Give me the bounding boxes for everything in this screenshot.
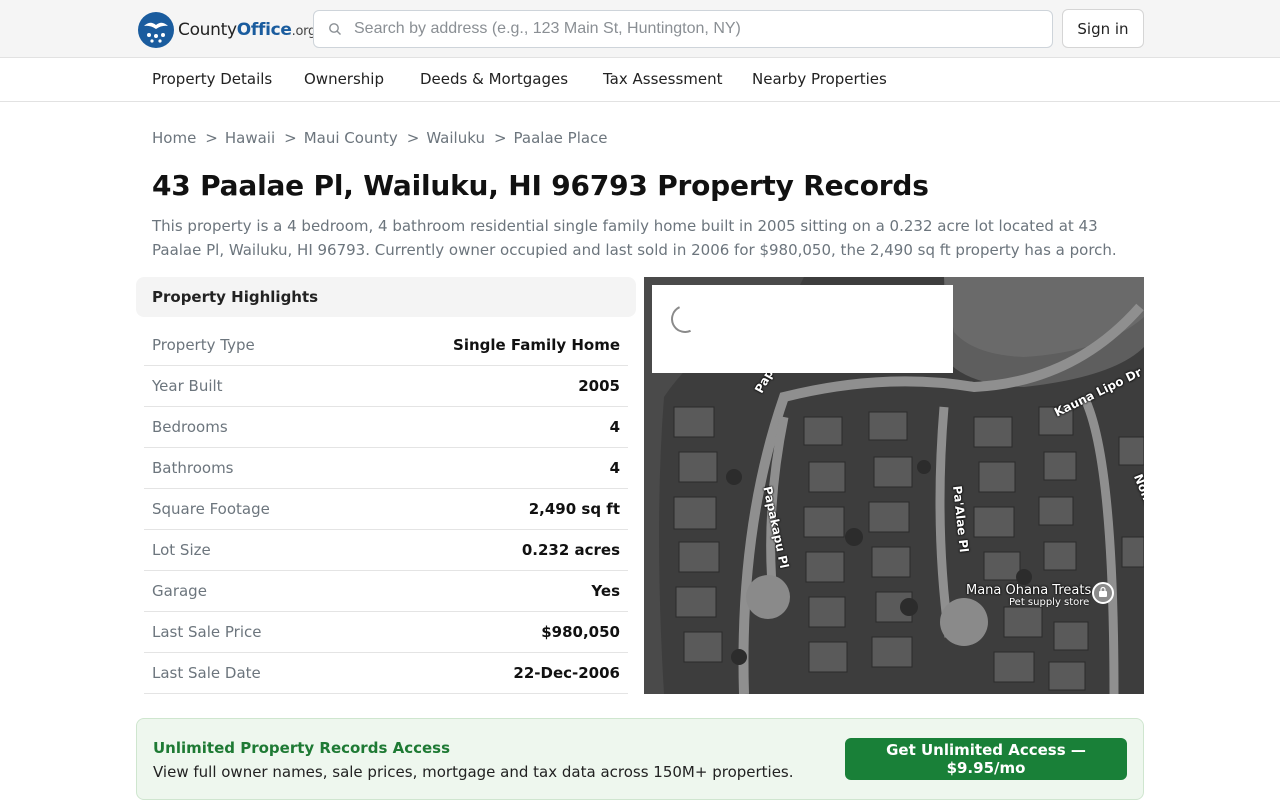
search-icon <box>329 23 341 35</box>
highlights-header: Property Highlights <box>136 277 636 317</box>
shopping-bag-pin-icon[interactable] <box>1092 582 1114 604</box>
search-input[interactable] <box>354 20 1014 38</box>
eagle-logo-icon <box>138 12 174 48</box>
row-label: Bedrooms <box>152 418 228 436</box>
row-value: 4 <box>609 459 620 477</box>
breadcrumb-street[interactable]: Paalae Place <box>514 129 608 147</box>
row-label: Property Type <box>152 336 255 354</box>
page-title: 43 Paalae Pl, Wailuku, HI 96793 Property… <box>152 169 929 202</box>
property-highlights: Property Highlights Property Type Single … <box>136 277 636 694</box>
property-description: This property is a 4 bedroom, 4 bathroom… <box>152 217 1117 259</box>
breadcrumb-separator: > <box>284 129 297 147</box>
table-row: Lot Size 0.232 acres <box>144 530 628 571</box>
map-loading-panel <box>652 285 953 373</box>
row-value: Single Family Home <box>453 336 620 354</box>
table-row: Garage Yes <box>144 571 628 612</box>
table-row: Bedrooms 4 <box>144 407 628 448</box>
row-label: Last Sale Date <box>152 664 261 682</box>
table-row: Square Footage 2,490 sq ft <box>144 489 628 530</box>
loading-spinner-icon <box>667 301 703 337</box>
map-poi-type: Pet supply store <box>1009 597 1090 608</box>
nav-deeds-mortgages[interactable]: Deeds & Mortgages <box>420 70 568 88</box>
upgrade-banner: Unlimited Property Records Access View f… <box>136 718 1144 800</box>
nav-tax-assessment[interactable]: Tax Assessment <box>603 70 723 88</box>
row-value: 0.232 acres <box>521 541 620 559</box>
nav-ownership[interactable]: Ownership <box>304 70 384 88</box>
nav-nearby-properties[interactable]: Nearby Properties <box>752 70 887 88</box>
row-label: Square Footage <box>152 500 270 518</box>
breadcrumb-state[interactable]: Hawaii <box>225 129 275 147</box>
row-label: Bathrooms <box>152 459 234 477</box>
row-value: $980,050 <box>541 623 620 641</box>
breadcrumb-county[interactable]: Maui County <box>304 129 398 147</box>
breadcrumb-city[interactable]: Wailuku <box>426 129 485 147</box>
row-value: 22-Dec-2006 <box>513 664 620 682</box>
breadcrumb-home[interactable]: Home <box>152 129 196 147</box>
row-label: Year Built <box>152 377 223 395</box>
breadcrumb-separator: > <box>493 129 507 147</box>
logo-wordmark: CountyOffice.org <box>178 20 316 40</box>
row-label: Garage <box>152 582 207 600</box>
banner-text: View full owner names, sale prices, mort… <box>153 763 794 781</box>
table-row: Last Sale Price $980,050 <box>144 612 628 653</box>
sign-in-button[interactable]: Sign in <box>1062 9 1144 48</box>
banner-title: Unlimited Property Records Access <box>153 739 451 757</box>
table-row: Year Built 2005 <box>144 366 628 407</box>
table-row: Last Sale Date 22-Dec-2006 <box>144 653 628 694</box>
row-label: Lot Size <box>152 541 211 559</box>
table-row: Property Type Single Family Home <box>144 325 628 366</box>
logo[interactable]: CountyOffice.org <box>138 12 316 48</box>
row-value: 4 <box>609 418 620 436</box>
top-bar: CountyOffice.org Sign in <box>0 0 1280 58</box>
highlights-table: Property Type Single Family Home Year Bui… <box>144 325 628 694</box>
breadcrumb: Home > Hawaii > Maui County > Wailuku > Paalae P… <box>152 129 608 147</box>
satellite-map[interactable]: Papakapu Pl Papakapu Pl Pa'Alae Pl Kauna… <box>644 277 1144 694</box>
table-row: Bathrooms 4 <box>144 448 628 489</box>
map-poi-name[interactable]: Mana Ohana Treats <box>966 583 1091 598</box>
nav-property-details[interactable]: Property Details <box>152 70 272 88</box>
row-value: Yes <box>591 582 620 600</box>
row-value: 2,490 sq ft <box>528 500 620 518</box>
search-box[interactable] <box>313 10 1053 48</box>
breadcrumb-separator: > <box>205 129 218 147</box>
breadcrumb-separator: > <box>406 129 420 147</box>
get-unlimited-access-button[interactable]: Get Unlimited Access — $9.95/mo <box>845 738 1127 780</box>
row-label: Last Sale Price <box>152 623 262 641</box>
section-nav: Property Details Ownership Deeds & Mortg… <box>0 58 1280 102</box>
row-value: 2005 <box>578 377 620 395</box>
